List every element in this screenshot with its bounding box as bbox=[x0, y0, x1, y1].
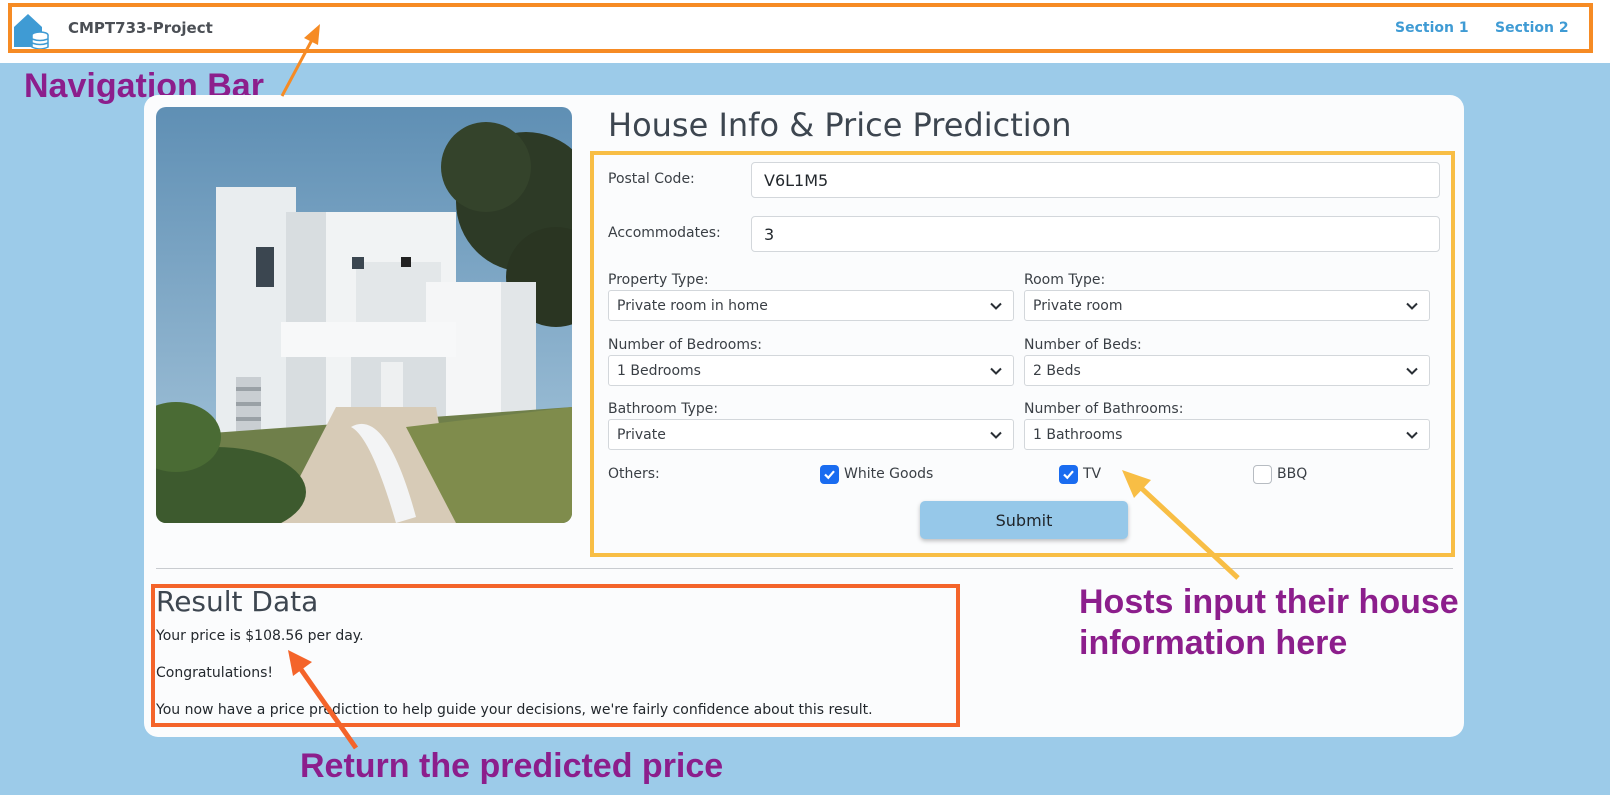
form-annotation-line1: Hosts input their house bbox=[1079, 583, 1459, 621]
house-photo bbox=[156, 107, 572, 523]
form-highlight-box bbox=[590, 151, 1455, 557]
page-title: House Info & Price Prediction bbox=[608, 106, 1072, 144]
navbar-highlight-box bbox=[8, 3, 1593, 53]
result-annotation: Return the predicted price bbox=[300, 747, 724, 785]
form-annotation-line2: information here bbox=[1079, 624, 1348, 662]
section-divider bbox=[156, 568, 1453, 569]
result-highlight-box bbox=[151, 584, 960, 727]
